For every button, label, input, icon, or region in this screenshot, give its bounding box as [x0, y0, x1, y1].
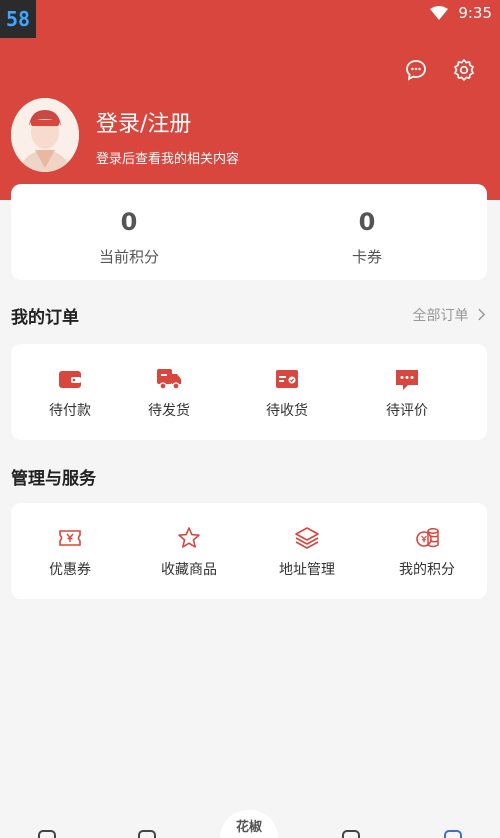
- profile-header: [0, 0, 500, 200]
- status-time: 9:35: [458, 4, 492, 22]
- truck-icon: [157, 369, 181, 390]
- coupon-icon: [59, 530, 81, 546]
- wallet-icon: [59, 371, 81, 388]
- login-hint: 登录后查看我的相关内容: [96, 152, 240, 167]
- points-value: 0: [120, 208, 138, 236]
- service-my-points-label: 我的积分: [399, 562, 455, 578]
- services-section-title: 管理与服务: [11, 469, 96, 489]
- orders-section-title: 我的订单: [11, 308, 79, 328]
- profile-tab-icon[interactable]: [444, 830, 462, 838]
- service-favorites-label: 收藏商品: [161, 562, 217, 578]
- order-pending-review[interactable]: 待评价: [357, 366, 457, 420]
- service-coupons[interactable]: 优惠券: [20, 525, 120, 579]
- center-tab-button[interactable]: 花椒: [220, 810, 278, 838]
- header-actions: [404, 58, 476, 82]
- service-address-label: 地址管理: [279, 562, 335, 578]
- login-register-link[interactable]: 登录/注册: [96, 106, 191, 138]
- coupons-value: 0: [358, 208, 376, 236]
- order-pending-receipt-label: 待收货: [266, 403, 308, 419]
- order-pending-review-label: 待评价: [386, 403, 428, 419]
- services-card: 优惠券 收藏商品 地址管理 我的积分: [11, 503, 487, 599]
- coupons-label: 卡券: [351, 248, 382, 266]
- coupons-stat[interactable]: 0 卡券: [287, 208, 447, 267]
- status-bar: 9:35: [430, 2, 492, 24]
- points-card: 0 当前积分 0 卡券: [11, 184, 487, 280]
- user-avatar-illustration: [11, 98, 79, 172]
- service-coupons-label: 优惠券: [49, 562, 91, 578]
- message-icon[interactable]: [404, 58, 428, 82]
- chevron-right-icon: [478, 308, 486, 321]
- all-orders-label: 全部订单: [412, 308, 469, 324]
- package-icon: [276, 370, 298, 388]
- order-pending-receipt[interactable]: 待收货: [237, 366, 337, 420]
- category-tab-icon[interactable]: [138, 830, 156, 838]
- orders-card: 待付款 待发货 待收货 待评价: [11, 344, 487, 440]
- cart-tab-icon[interactable]: [342, 830, 360, 838]
- all-orders-link[interactable]: 全部订单: [413, 305, 486, 325]
- comment-icon: [396, 370, 418, 390]
- status-badge: 58: [0, 0, 36, 38]
- avatar[interactable]: [11, 98, 79, 172]
- service-address[interactable]: 地址管理: [257, 525, 357, 579]
- home-tab-icon[interactable]: [38, 830, 56, 838]
- wifi-icon: [430, 6, 449, 20]
- points-stat[interactable]: 0 当前积分: [49, 208, 209, 267]
- order-pending-payment[interactable]: 待付款: [20, 366, 120, 420]
- star-icon: [178, 527, 200, 548]
- service-favorites[interactable]: 收藏商品: [139, 525, 239, 579]
- settings-gear-icon[interactable]: [452, 58, 476, 82]
- order-pending-payment-label: 待付款: [49, 403, 91, 419]
- layers-icon: [295, 527, 319, 549]
- points-label: 当前积分: [98, 248, 159, 266]
- service-my-points[interactable]: 我的积分: [377, 525, 477, 579]
- order-pending-shipment-label: 待发货: [148, 403, 190, 419]
- coins-icon: [416, 528, 439, 548]
- order-pending-shipment[interactable]: 待发货: [119, 366, 219, 420]
